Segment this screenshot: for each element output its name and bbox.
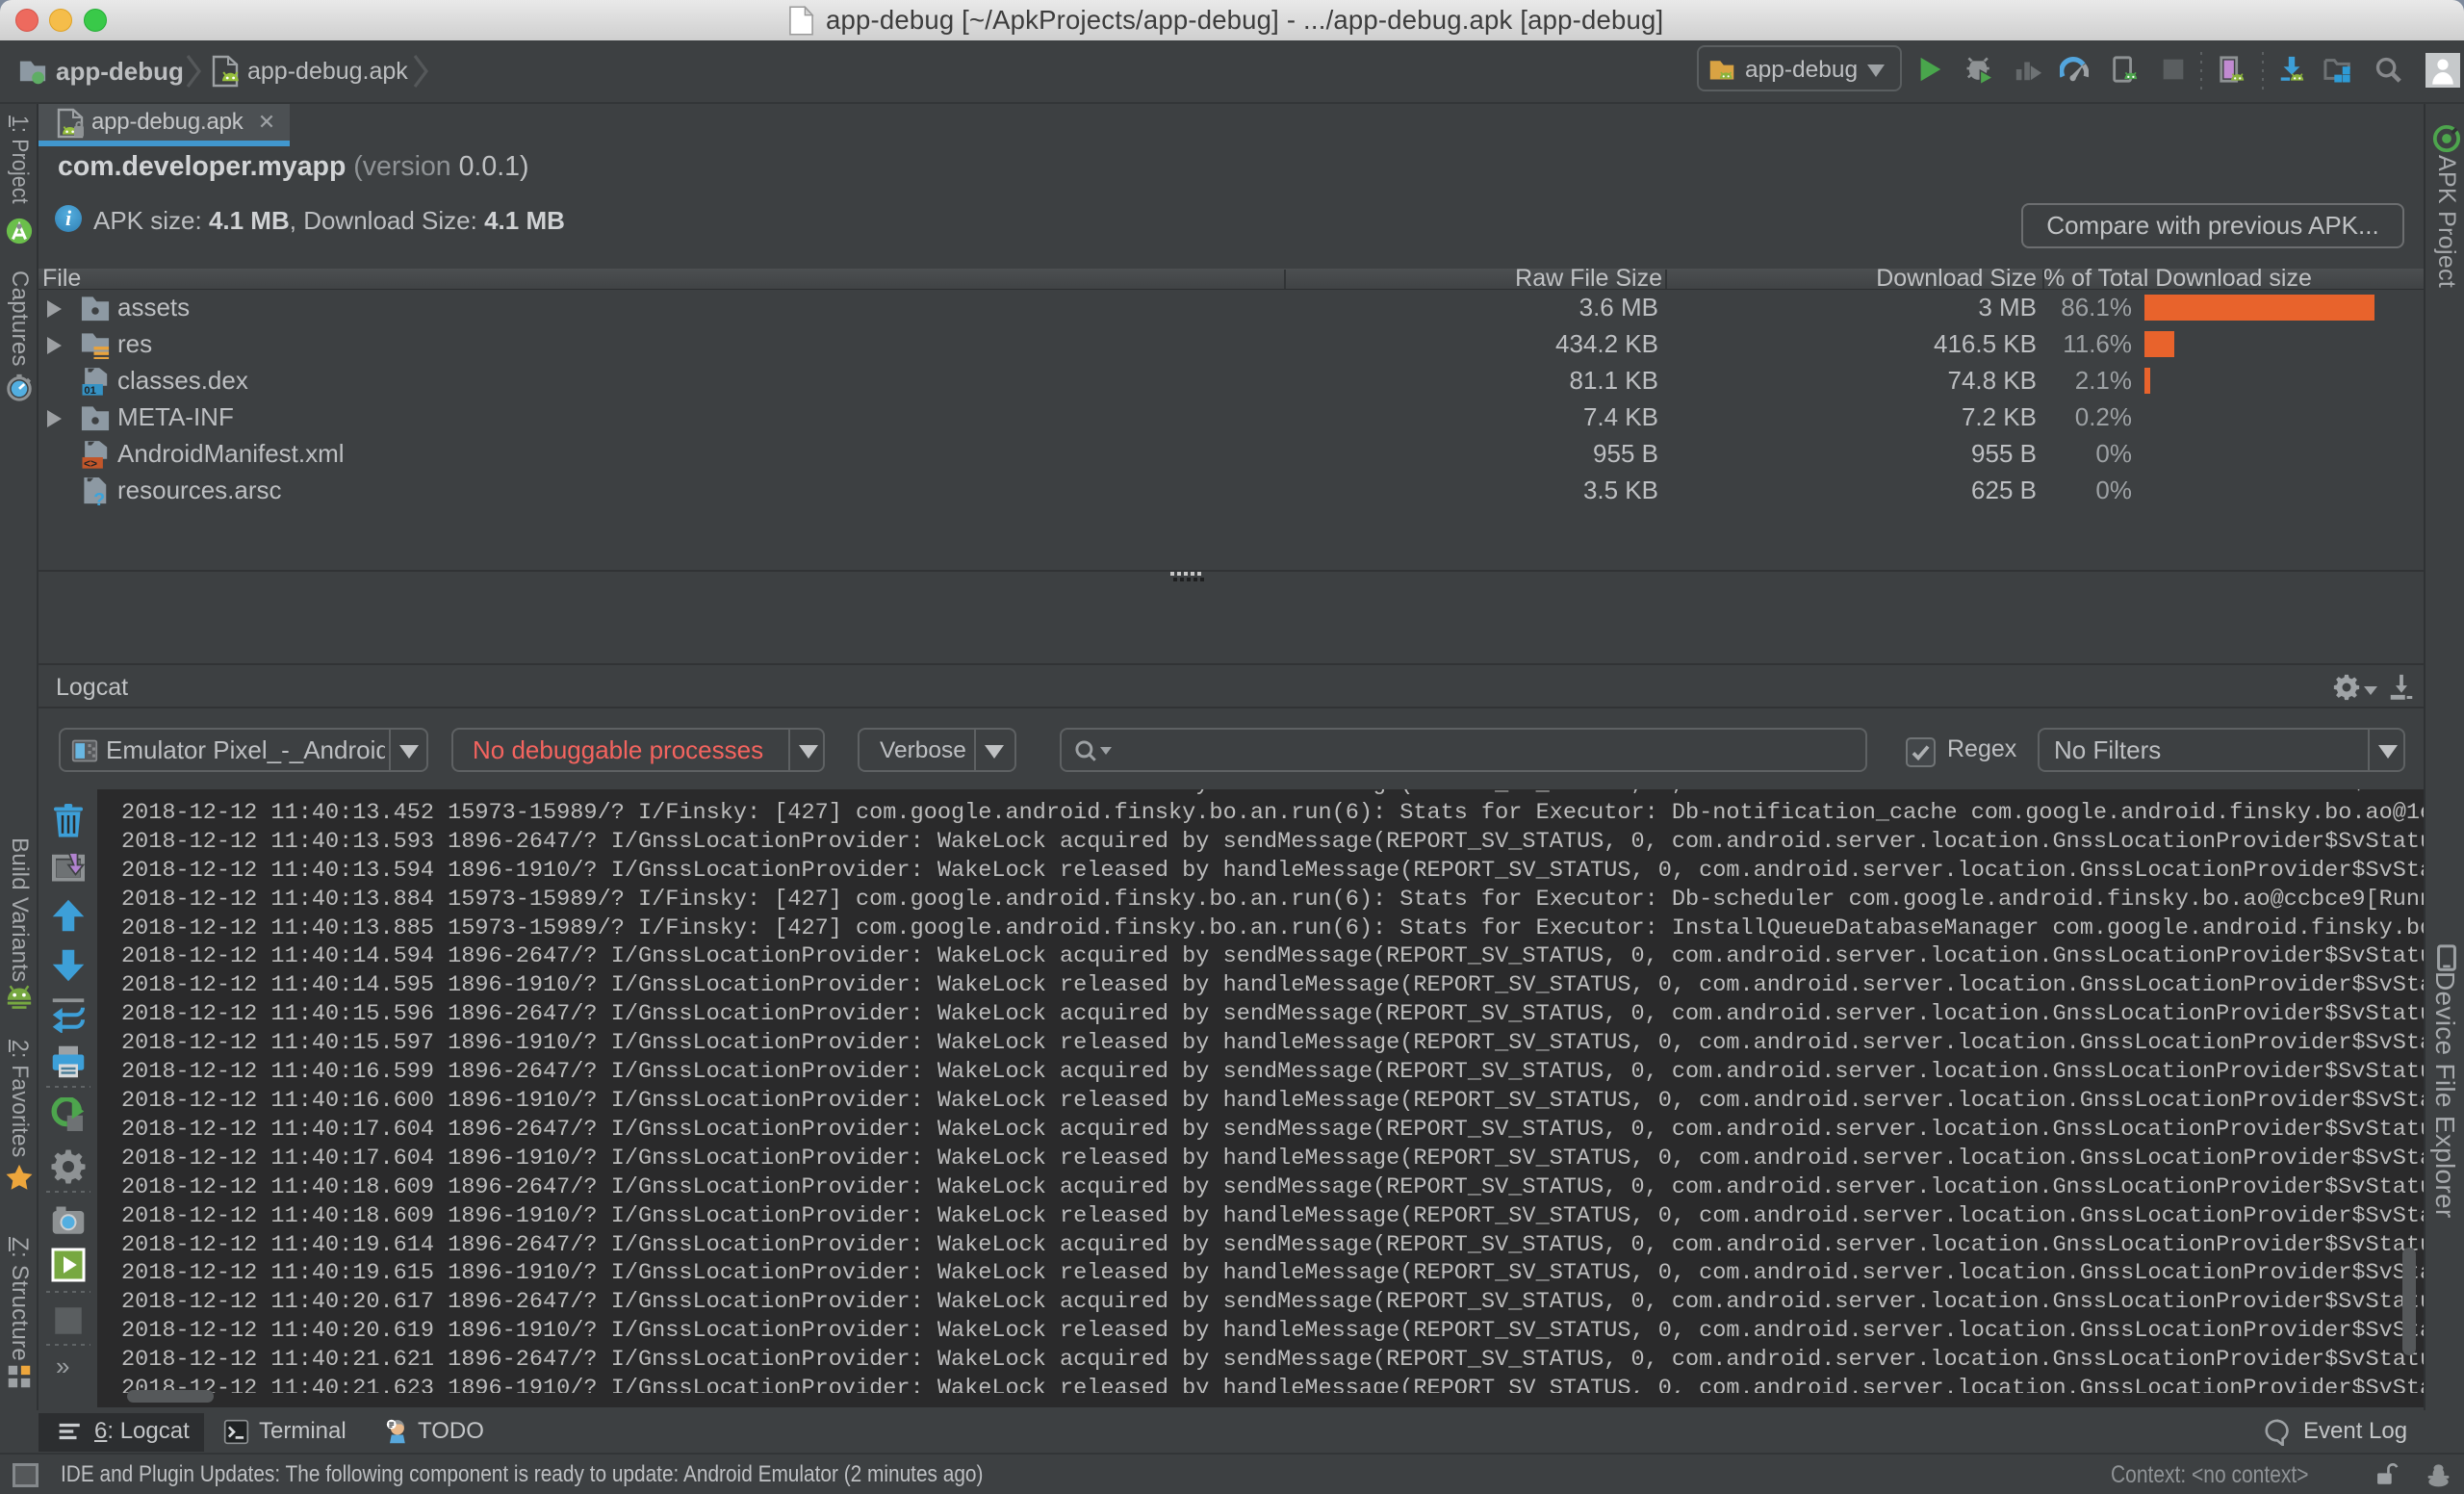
- svg-text:01: 01: [84, 385, 96, 396]
- svg-text:?: ?: [93, 489, 105, 505]
- svg-text:<>: <>: [84, 457, 97, 470]
